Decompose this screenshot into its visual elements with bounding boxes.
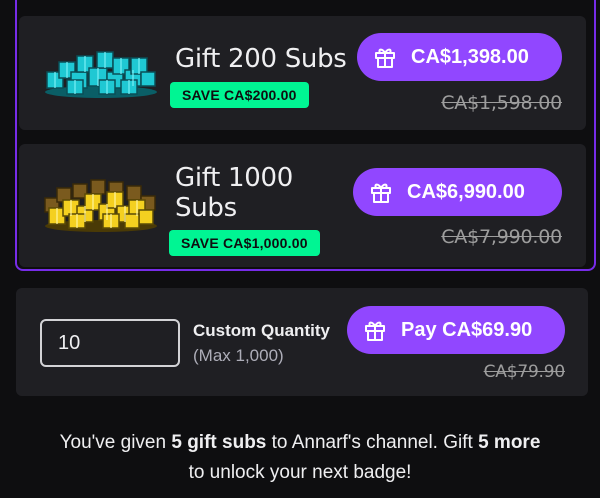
badge-progress-message: You've given 5 gift subs to Annarf's cha… <box>0 428 600 488</box>
price-label: CA$1,398.00 <box>411 45 529 68</box>
custom-quantity-label: Custom Quantity <box>193 321 330 340</box>
offer-title-line1: Gift 1000 <box>175 163 293 193</box>
footer-text: to Annarf's channel. Gift <box>266 432 479 453</box>
pay-label: Pay CA$69.90 <box>401 318 533 341</box>
gift-icon <box>365 321 385 341</box>
offer-card-1000[interactable]: Gift 1000 Subs SAVE CA$1,000.00 CA$6,990… <box>19 144 586 267</box>
gift-count: 5 gift subs <box>171 432 267 453</box>
gift-subs-panel: Gift 200 Subs SAVE CA$200.00 CA$1,398.00… <box>0 0 600 498</box>
quantity-input[interactable] <box>40 319 180 367</box>
footer-text: to unlock your next badge! <box>188 462 412 483</box>
gift-pile-teal-icon <box>45 51 157 98</box>
gift-icon <box>371 183 391 203</box>
remaining-count: 5 more <box>478 432 541 453</box>
gift-icon <box>375 48 395 68</box>
original-price: CA$1,598.00 <box>441 92 562 114</box>
offer-card-200[interactable]: Gift 200 Subs SAVE CA$200.00 CA$1,398.00… <box>19 16 586 130</box>
original-price: CA$79.90 <box>483 362 566 382</box>
max-quantity-label: (Max 1,000) <box>193 346 284 365</box>
original-price: CA$7,990.00 <box>441 226 562 248</box>
offer-title: Gift 200 Subs <box>175 44 347 74</box>
save-badge: SAVE CA$1,000.00 <box>169 230 320 256</box>
pay-button[interactable]: Pay CA$69.90 <box>347 306 565 354</box>
save-badge: SAVE CA$200.00 <box>170 82 309 108</box>
footer-text: You've given <box>59 432 172 453</box>
buy-1000-subs-button[interactable]: CA$6,990.00 <box>353 168 562 216</box>
buy-200-subs-button[interactable]: CA$1,398.00 <box>357 33 562 81</box>
offer-title-line2: Subs <box>175 193 237 223</box>
gift-pile-gold-icon <box>44 179 157 232</box>
price-label: CA$6,990.00 <box>407 180 525 203</box>
